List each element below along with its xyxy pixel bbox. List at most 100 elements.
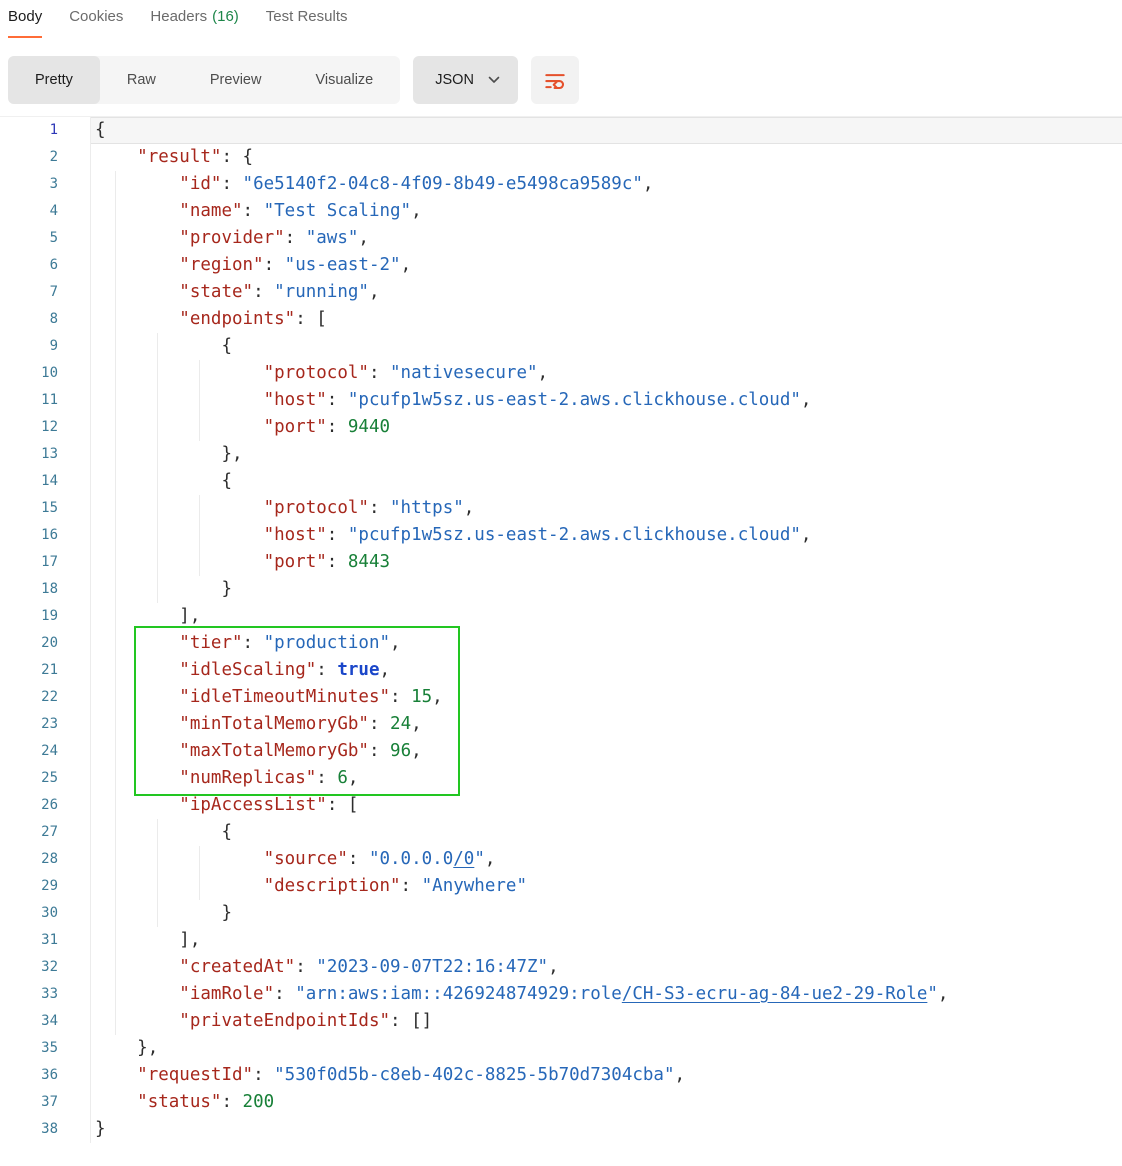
line-number: 13 [0,441,91,468]
code-text: "endpoints": [ [95,309,327,329]
code-line[interactable]: 16 "host": "pcufp1w5sz.us-east-2.aws.cli… [0,522,1122,549]
response-body-editor[interactable]: 1{2 "result": {3 "id": "6e5140f2-04c8-4f… [0,116,1122,1143]
code-line[interactable]: 29 "description": "Anywhere" [0,873,1122,900]
code-line[interactable]: 35 }, [0,1035,1122,1062]
indent-guide [115,765,116,792]
tab-count-badge: (16) [212,8,239,25]
indent-guide [115,468,116,495]
code-line[interactable]: 7 "state": "running", [0,279,1122,306]
code-line[interactable]: 19 ], [0,603,1122,630]
code-line-content: "description": "Anywhere" [91,873,1122,900]
code-line[interactable]: 23 "minTotalMemoryGb": 24, [0,711,1122,738]
code-line[interactable]: 3 "id": "6e5140f2-04c8-4f09-8b49-e5498ca… [0,171,1122,198]
line-number: 26 [0,792,91,819]
code-line[interactable]: 13 }, [0,441,1122,468]
line-number: 35 [0,1035,91,1062]
code-line[interactable]: 34 "privateEndpointIds": [] [0,1008,1122,1035]
code-line[interactable]: 4 "name": "Test Scaling", [0,198,1122,225]
code-line[interactable]: 28 "source": "0.0.0.0/0", [0,846,1122,873]
view-mode-preview[interactable]: Preview [183,56,289,104]
code-text: "privateEndpointIds": [] [95,1011,432,1031]
code-line[interactable]: 32 "createdAt": "2023-09-07T22:16:47Z", [0,954,1122,981]
wrap-lines-button[interactable] [531,56,579,104]
indent-guide [157,846,158,873]
code-line[interactable]: 22 "idleTimeoutMinutes": 15, [0,684,1122,711]
code-text: "ipAccessList": [ [95,795,358,815]
code-line-content: "state": "running", [91,279,1122,306]
code-line-content: "id": "6e5140f2-04c8-4f09-8b49-e5498ca95… [91,171,1122,198]
code-line-content: "status": 200 [91,1089,1122,1116]
code-line[interactable]: 8 "endpoints": [ [0,306,1122,333]
code-line-content: "endpoints": [ [91,306,1122,333]
code-line[interactable]: 18 } [0,576,1122,603]
code-line[interactable]: 10 "protocol": "nativesecure", [0,360,1122,387]
line-number: 37 [0,1089,91,1116]
indent-guide [115,522,116,549]
tab-headers[interactable]: Headers(16) [150,8,238,38]
view-mode-pretty[interactable]: Pretty [8,56,100,104]
code-line[interactable]: 11 "host": "pcufp1w5sz.us-east-2.aws.cli… [0,387,1122,414]
code-text: "host": "pcufp1w5sz.us-east-2.aws.clickh… [95,390,811,410]
line-number: 22 [0,684,91,711]
indent-guide [115,846,116,873]
code-line[interactable]: 2 "result": { [0,144,1122,171]
line-number: 6 [0,252,91,279]
code-text: "iamRole": "arn:aws:iam::426924874929:ro… [95,984,948,1004]
code-line[interactable]: 27 { [0,819,1122,846]
code-line[interactable]: 5 "provider": "aws", [0,225,1122,252]
view-mode-raw[interactable]: Raw [100,56,183,104]
code-line[interactable]: 37 "status": 200 [0,1089,1122,1116]
indent-guide [199,387,200,414]
code-line[interactable]: 26 "ipAccessList": [ [0,792,1122,819]
view-mode-visualize[interactable]: Visualize [288,56,400,104]
code-text: "protocol": "nativesecure", [95,363,548,383]
code-line[interactable]: 25 "numReplicas": 6, [0,765,1122,792]
code-line[interactable]: 36 "requestId": "530f0d5b-c8eb-402c-8825… [0,1062,1122,1089]
line-number: 33 [0,981,91,1008]
code-line[interactable]: 21 "idleScaling": true, [0,657,1122,684]
indent-guide [199,495,200,522]
code-line[interactable]: 12 "port": 9440 [0,414,1122,441]
code-line[interactable]: 24 "maxTotalMemoryGb": 96, [0,738,1122,765]
code-line[interactable]: 9 { [0,333,1122,360]
code-line[interactable]: 17 "port": 8443 [0,549,1122,576]
code-line[interactable]: 20 "tier": "production", [0,630,1122,657]
code-text: }, [95,1038,158,1058]
language-dropdown[interactable]: JSON [413,56,518,104]
code-text: "idleTimeoutMinutes": 15, [95,687,443,707]
indent-guide [115,225,116,252]
tab-test-results[interactable]: Test Results [266,8,348,38]
indent-guide [115,495,116,522]
code-line[interactable]: 1{ [0,117,1122,144]
code-line-content: "idleTimeoutMinutes": 15, [91,684,1122,711]
indent-guide [115,171,116,198]
tab-cookies[interactable]: Cookies [69,8,123,38]
indent-guide [115,630,116,657]
code-line[interactable]: 38} [0,1116,1122,1143]
code-text: "minTotalMemoryGb": 24, [95,714,422,734]
indent-guide [115,981,116,1008]
code-line[interactable]: 6 "region": "us-east-2", [0,252,1122,279]
code-line[interactable]: 33 "iamRole": "arn:aws:iam::426924874929… [0,981,1122,1008]
indent-guide [115,576,116,603]
line-number: 28 [0,846,91,873]
code-line[interactable]: 15 "protocol": "https", [0,495,1122,522]
line-number: 2 [0,144,91,171]
indent-guide [115,333,116,360]
code-text: "tier": "production", [95,633,401,653]
indent-guide [115,414,116,441]
code-line[interactable]: 14 { [0,468,1122,495]
indent-guide [157,333,158,360]
indent-guide [199,360,200,387]
code-text: "protocol": "https", [95,498,474,518]
code-line[interactable]: 30 } [0,900,1122,927]
code-text: "result": { [95,147,253,167]
code-line[interactable]: 31 ], [0,927,1122,954]
code-text: } [95,1119,106,1139]
code-line-content: } [91,576,1122,603]
chevron-down-icon [488,76,500,84]
code-line-content: { [91,819,1122,846]
code-line-content: "provider": "aws", [91,225,1122,252]
tab-body[interactable]: Body [8,8,42,38]
line-number: 18 [0,576,91,603]
